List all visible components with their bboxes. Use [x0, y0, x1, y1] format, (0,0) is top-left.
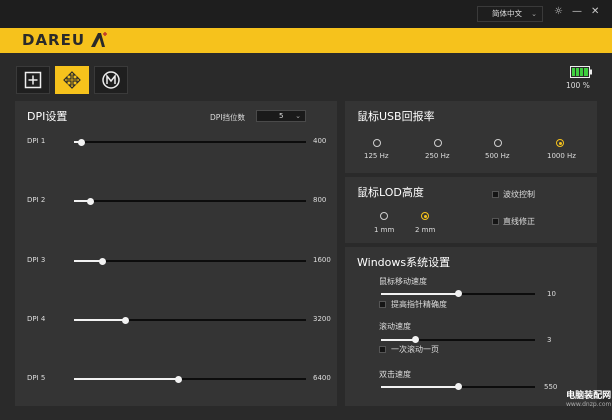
- scroll-speed-fill: [381, 339, 415, 341]
- polling-radio[interactable]: [434, 139, 442, 147]
- double-click-label: 双击速度: [379, 370, 411, 379]
- dpi-row-value: 3200: [313, 315, 331, 323]
- mouse-speed-label: 鼠标移动速度: [379, 277, 427, 286]
- settings-gear-icon[interactable]: ☼: [554, 5, 563, 19]
- scroll-speed-value: 3: [547, 336, 552, 344]
- language-select[interactable]: 简体中文 ⌄: [477, 6, 543, 22]
- dpi-panel: [15, 101, 337, 406]
- chevron-down-icon: ⌄: [531, 10, 537, 18]
- mouse-speed-knob[interactable]: [455, 290, 462, 297]
- dpi-slider-knob[interactable]: [99, 257, 106, 265]
- polling-radio-label: 250 Hz: [425, 152, 450, 160]
- language-value: 简体中文: [492, 9, 522, 18]
- lod-radio-label: 1 mm: [374, 226, 395, 234]
- close-icon[interactable]: ✕: [591, 5, 599, 19]
- double-click-knob[interactable]: [455, 383, 462, 390]
- polling-radio-label: 500 Hz: [485, 152, 510, 160]
- mode-button-plus[interactable]: [16, 66, 50, 94]
- dpi-slider-fill: [74, 319, 125, 321]
- dpi-row-label: DPI 5: [27, 374, 46, 382]
- double-click-value: 550: [544, 383, 558, 391]
- polling-title: 鼠标USB回报率: [357, 110, 435, 123]
- double-click-fill: [381, 386, 458, 388]
- lod-title: 鼠标LOD高度: [357, 186, 424, 199]
- dpi-row-value: 400: [313, 137, 327, 145]
- chevron-down-icon: ⌄: [295, 112, 301, 120]
- polling-radio[interactable]: [556, 139, 564, 147]
- polling-radio-label: 1000 Hz: [547, 152, 576, 160]
- windows-title: Windows系统设置: [357, 256, 451, 269]
- brand-mark-icon: [91, 32, 107, 47]
- angle-snap-label: 直线修正: [503, 217, 535, 226]
- lod-radio[interactable]: [380, 212, 388, 220]
- minimize-icon[interactable]: —: [572, 5, 582, 19]
- dpi-level-value: 5: [279, 112, 284, 120]
- dpi-slider-fill: [74, 260, 102, 262]
- dpi-slider-track[interactable]: [74, 260, 306, 262]
- ripple-label: 波纹控制: [503, 190, 535, 199]
- dpi-level-select[interactable]: 5 ⌄: [256, 110, 306, 122]
- brand-bar: DAREU: [0, 28, 612, 53]
- dpi-row-label: DPI 2: [27, 196, 46, 204]
- dpi-row-value: 6400: [313, 374, 331, 382]
- dpi-row-value: 800: [313, 196, 327, 204]
- dpi-slider-knob[interactable]: [87, 197, 94, 205]
- ripple-checkbox[interactable]: [492, 191, 499, 198]
- mouse-speed-fill: [381, 293, 458, 295]
- polling-radio-label: 125 Hz: [364, 152, 389, 160]
- lod-radio-label: 2 mm: [415, 226, 436, 234]
- dpi-row-label: DPI 3: [27, 256, 46, 264]
- dpi-row-value: 1600: [313, 256, 331, 264]
- watermark-main: 电脑装配网: [566, 391, 612, 401]
- brand-name: DAREU: [22, 31, 86, 49]
- plus-square-icon: [24, 71, 42, 89]
- scroll-speed-label: 滚动速度: [379, 322, 411, 331]
- title-bar: 简体中文 ⌄ ☼ — ✕: [0, 0, 612, 28]
- battery-icon: [570, 66, 592, 78]
- mouse-speed-value: 10: [547, 290, 556, 298]
- polling-radio[interactable]: [494, 139, 502, 147]
- scroll-speed-knob[interactable]: [412, 336, 419, 343]
- mode-button-move[interactable]: [55, 66, 89, 94]
- watermark-sub: www.dnzp.com: [566, 401, 612, 408]
- dpi-slider-fill: [74, 378, 178, 380]
- scroll-page-label: 一次滚动一页: [391, 345, 439, 354]
- mode-button-macro[interactable]: [94, 66, 128, 94]
- dpi-slider-knob[interactable]: [78, 138, 85, 146]
- precision-label: 提高指针精确度: [391, 300, 447, 309]
- angle-snap-checkbox[interactable]: [492, 218, 499, 225]
- move-arrows-icon: [63, 71, 81, 89]
- scroll-page-checkbox[interactable]: [379, 346, 386, 353]
- dpi-slider-knob[interactable]: [175, 375, 182, 383]
- precision-checkbox[interactable]: [379, 301, 386, 308]
- dpi-slider-knob[interactable]: [122, 316, 129, 324]
- brand-logo: DAREU: [22, 31, 85, 49]
- dpi-slider-track[interactable]: [74, 141, 306, 143]
- lod-radio[interactable]: [421, 212, 429, 220]
- watermark: 电脑装配网 www.dnzp.com: [566, 388, 611, 408]
- polling-radio[interactable]: [373, 139, 381, 147]
- dpi-row-label: DPI 4: [27, 315, 46, 323]
- battery-percent: 100 %: [566, 81, 590, 90]
- dpi-row-label: DPI 1: [27, 137, 46, 145]
- dpi-slider-track[interactable]: [74, 200, 306, 202]
- m-circle-icon: [102, 71, 120, 89]
- dpi-title: DPI设置: [27, 110, 68, 123]
- dpi-level-label: DPI挡位数: [210, 113, 246, 122]
